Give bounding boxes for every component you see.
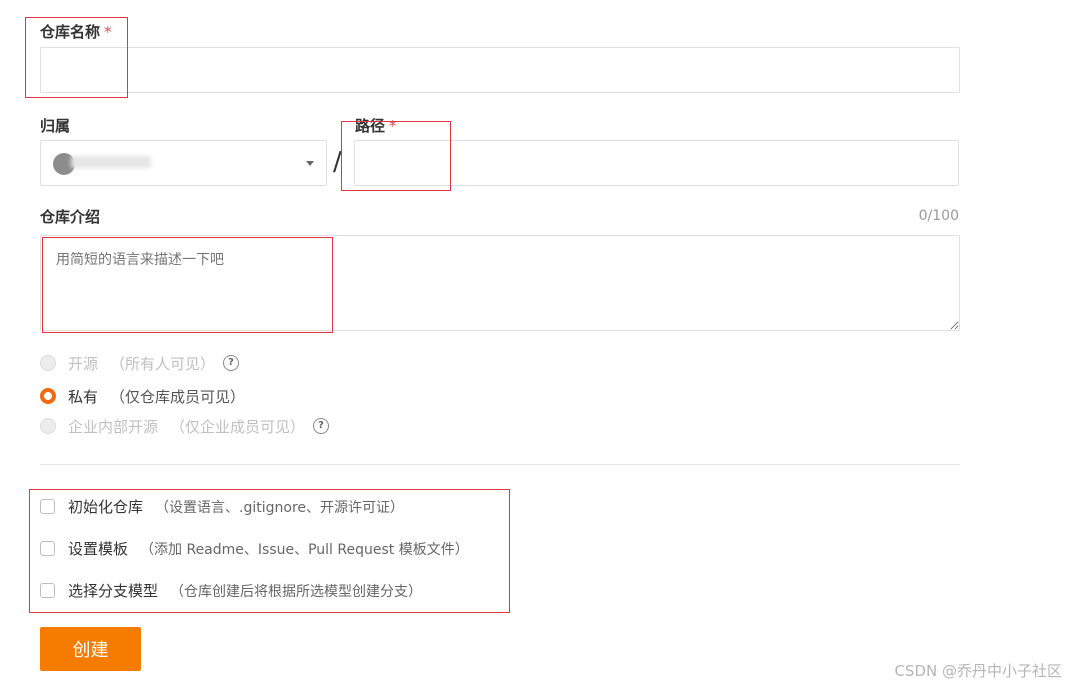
checkbox-init-repo[interactable] xyxy=(40,499,55,514)
required-mark: * xyxy=(104,23,112,41)
option-hint: （设置语言、.gitignore、开源许可证） xyxy=(155,499,405,516)
option-label: 设置模板 xyxy=(68,540,129,558)
path-separator: / xyxy=(333,147,342,177)
intro-textarea[interactable] xyxy=(40,235,960,331)
option-branch-model[interactable]: 选择分支模型 （仓库创建后将根据所选模型创建分支） xyxy=(40,580,422,601)
radio-enterprise[interactable] xyxy=(40,418,56,434)
path-label: 路径 * xyxy=(355,117,397,135)
radio-label: 开源 xyxy=(68,354,99,373)
radio-hint: （仅企业成员可见） xyxy=(170,417,306,436)
radio-open-source[interactable] xyxy=(40,355,56,371)
path-input[interactable] xyxy=(354,140,959,186)
radio-hint: （仅仓库成员可见） xyxy=(110,387,246,406)
owner-label: 归属 xyxy=(40,117,71,135)
required-mark: * xyxy=(389,117,397,135)
help-icon[interactable]: ? xyxy=(313,418,330,434)
option-hint: （添加 Readme、Issue、Pull Request 模板文件） xyxy=(140,541,469,558)
owner-name-blurred xyxy=(71,156,151,168)
option-init-repo[interactable]: 初始化仓库 （设置语言、.gitignore、开源许可证） xyxy=(40,496,404,517)
create-button[interactable]: 创建 xyxy=(40,627,141,671)
intro-label: 仓库介绍 xyxy=(40,208,101,226)
divider xyxy=(40,464,960,465)
radio-private[interactable] xyxy=(40,388,56,404)
intro-counter: 0/100 xyxy=(918,208,959,224)
option-template[interactable]: 设置模板 （添加 Readme、Issue、Pull Request 模板文件） xyxy=(40,538,469,559)
checkbox-branch-model[interactable] xyxy=(40,583,55,598)
owner-select[interactable] xyxy=(40,140,327,186)
visibility-enterprise[interactable]: 企业内部开源 （仅企业成员可见） ? xyxy=(40,415,330,437)
visibility-private[interactable]: 私有 （仅仓库成员可见） xyxy=(40,385,245,407)
help-icon[interactable]: ? xyxy=(223,355,240,371)
visibility-open-source[interactable]: 开源 （所有人可见） ? xyxy=(40,352,240,374)
option-hint: （仓库创建后将根据所选模型创建分支） xyxy=(170,583,423,600)
watermark: CSDN @乔丹中小子社区 xyxy=(894,662,1062,680)
repo-name-input[interactable] xyxy=(40,47,960,93)
radio-label: 私有 xyxy=(68,387,99,406)
option-label: 初始化仓库 xyxy=(68,498,144,516)
repo-name-label: 仓库名称 * xyxy=(40,23,112,41)
checkbox-template[interactable] xyxy=(40,541,55,556)
radio-label: 企业内部开源 xyxy=(68,417,159,436)
chevron-down-icon[interactable] xyxy=(306,161,314,166)
radio-hint: （所有人可见） xyxy=(110,354,216,373)
option-label: 选择分支模型 xyxy=(68,582,159,600)
